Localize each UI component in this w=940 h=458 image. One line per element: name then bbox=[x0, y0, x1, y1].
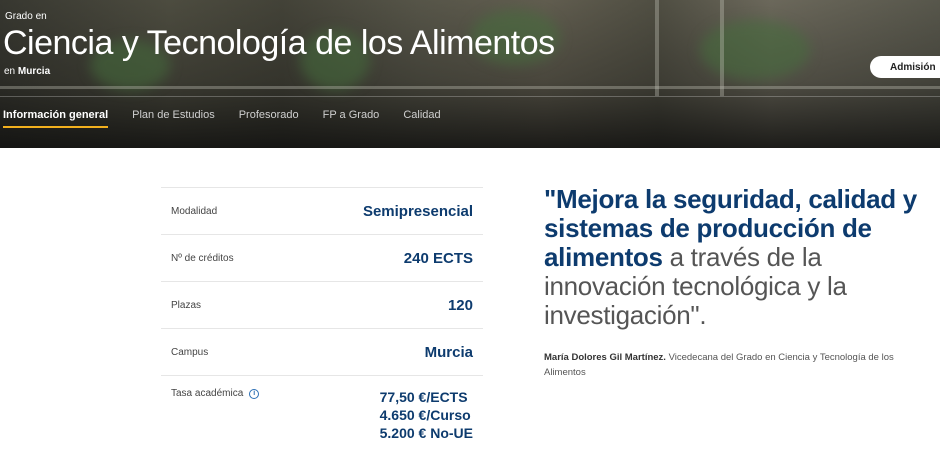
fee-value: 4.650 €/Curso bbox=[379, 407, 471, 423]
info-label: Campus bbox=[171, 346, 209, 358]
section-tabs: Información general Plan de Estudios Pro… bbox=[3, 109, 465, 128]
info-value: Murcia bbox=[424, 343, 473, 361]
info-row-plazas: Plazas 120 bbox=[161, 282, 483, 329]
location-name: Murcia bbox=[17, 66, 51, 77]
background-rail bbox=[720, 0, 724, 96]
info-value: Semipresencial bbox=[362, 202, 473, 220]
pre-title: Grado en bbox=[5, 11, 47, 22]
admission-button[interactable]: Admisión bbox=[870, 56, 940, 78]
info-row-campus: Campus Murcia bbox=[161, 329, 483, 376]
tab-calidad[interactable]: Calidad bbox=[403, 109, 440, 128]
author-name: María Dolores Gil Martínez. bbox=[544, 352, 666, 363]
page-title: Ciencia y Tecnología de los Alimentos bbox=[3, 24, 555, 62]
program-quote: "Mejora la seguridad, calidad y sistemas… bbox=[544, 185, 929, 330]
info-value: 240 ECTS bbox=[403, 249, 473, 267]
info-row-tasa: Tasa académica i 77,50 €/ECTS 4.650 €/Cu… bbox=[161, 376, 483, 452]
fee-value: 5.200 € No-UE bbox=[379, 425, 473, 441]
background-rail bbox=[655, 0, 659, 96]
tab-fp-a-grado[interactable]: FP a Grado bbox=[323, 109, 380, 128]
hero-divider bbox=[0, 96, 940, 97]
location: en Murcia bbox=[4, 66, 50, 77]
fee-value: 77,50 €/ECTS bbox=[379, 389, 468, 405]
info-icon[interactable]: i bbox=[249, 388, 260, 399]
tab-plan-de-estudios[interactable]: Plan de Estudios bbox=[132, 109, 215, 128]
background-rail bbox=[0, 86, 940, 89]
hero-banner: Grado en Ciencia y Tecnología de los Ali… bbox=[0, 0, 940, 148]
background-plant bbox=[700, 20, 810, 80]
info-label: Tasa académica i bbox=[171, 388, 260, 399]
info-label: Nº de créditos bbox=[171, 252, 234, 264]
fee-label: Tasa académica bbox=[171, 388, 244, 399]
location-prefix: en bbox=[4, 66, 16, 77]
fee-values: 77,50 €/ECTS 4.650 €/Curso 5.200 € No-UE bbox=[380, 388, 473, 442]
info-label: Modalidad bbox=[171, 205, 218, 217]
info-row-modalidad: Modalidad Semipresencial bbox=[161, 188, 483, 235]
program-info-table: Modalidad Semipresencial Nº de créditos … bbox=[161, 187, 483, 452]
info-value: 120 bbox=[447, 296, 473, 314]
quote-author: María Dolores Gil Martínez. Vicedecana d… bbox=[544, 350, 924, 380]
tab-informacion-general[interactable]: Información general bbox=[3, 109, 109, 128]
tab-profesorado[interactable]: Profesorado bbox=[239, 109, 299, 128]
info-label: Plazas bbox=[171, 299, 202, 311]
info-row-creditos: Nº de créditos 240 ECTS bbox=[161, 235, 483, 282]
